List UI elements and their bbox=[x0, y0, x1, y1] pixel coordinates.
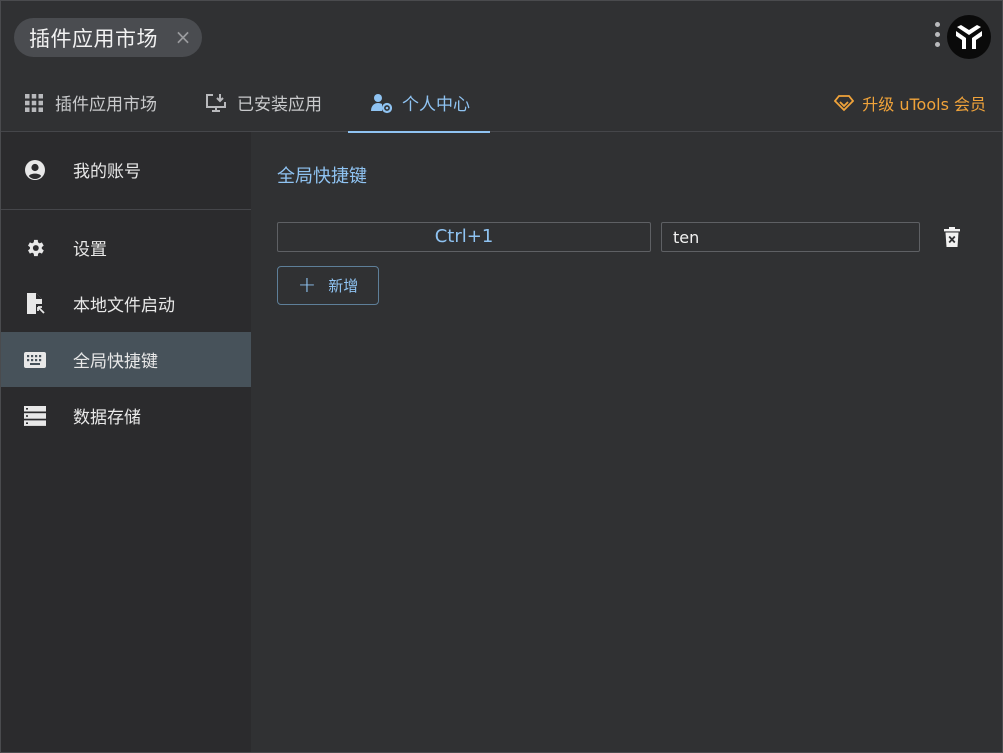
add-button-label: 新增 bbox=[328, 277, 359, 295]
sidebar-item-label: 数据存储 bbox=[73, 408, 141, 428]
top-bar: 插件应用市场 × bbox=[1, 1, 1002, 73]
sidebar-item-label: 设置 bbox=[73, 240, 107, 260]
utools-logo-icon[interactable] bbox=[947, 15, 991, 59]
sidebar-item-label: 本地文件启动 bbox=[73, 296, 175, 316]
sidebar-item-settings[interactable]: 设置 bbox=[1, 220, 251, 275]
main-panel: 全局快捷键 Ctrl+1 + 新增 bbox=[251, 132, 1002, 752]
keyword-input[interactable] bbox=[661, 222, 920, 252]
sidebar-item-label: 我的账号 bbox=[73, 162, 141, 182]
sidebar-item-my-account[interactable]: 我的账号 bbox=[1, 142, 251, 197]
installed-monitor-icon bbox=[205, 92, 227, 114]
account-circle-icon bbox=[23, 158, 47, 182]
sidebar-divider bbox=[1, 209, 251, 210]
main-tabs: 插件应用市场 已安装应用 个人中心 升级 uTools 会员 bbox=[1, 73, 1002, 133]
diamond-icon bbox=[834, 94, 855, 112]
keyboard-icon bbox=[23, 348, 47, 372]
tab-personal-center[interactable]: 个人中心 bbox=[348, 73, 490, 133]
sidebar-item-local-file-launch[interactable]: 本地文件启动 bbox=[1, 276, 251, 331]
page-title: 全局快捷键 bbox=[277, 166, 367, 187]
tab-label: 个人中心 bbox=[402, 95, 470, 115]
grid-icon bbox=[23, 92, 45, 114]
more-menu-icon[interactable] bbox=[933, 22, 941, 52]
tab-installed-apps[interactable]: 已安装应用 bbox=[205, 73, 322, 132]
sidebar: 我的账号 设置 本地文件启动 全局快捷键 数据存储 bbox=[1, 132, 251, 752]
tab-label: 已安装应用 bbox=[237, 95, 322, 115]
file-launch-icon bbox=[23, 292, 47, 316]
gear-icon bbox=[23, 236, 47, 260]
app-chip-label: 插件应用市场 bbox=[29, 26, 158, 51]
plus-icon: + bbox=[297, 272, 317, 298]
storage-icon bbox=[23, 404, 47, 428]
upgrade-link[interactable]: 升级 uTools 会员 bbox=[834, 73, 986, 132]
app-chip[interactable]: 插件应用市场 × bbox=[14, 18, 202, 57]
sidebar-item-data-storage[interactable]: 数据存储 bbox=[1, 388, 251, 443]
tab-label: 插件应用市场 bbox=[55, 95, 157, 115]
tab-plugin-market[interactable]: 插件应用市场 bbox=[23, 73, 157, 132]
add-hotkey-button[interactable]: + 新增 bbox=[277, 266, 379, 305]
hotkey-capture-field[interactable]: Ctrl+1 bbox=[277, 222, 651, 252]
upgrade-label: 升级 uTools 会员 bbox=[862, 94, 986, 114]
user-gear-icon bbox=[370, 92, 392, 114]
delete-icon[interactable] bbox=[941, 225, 963, 249]
sidebar-item-label: 全局快捷键 bbox=[73, 352, 158, 372]
close-icon[interactable]: × bbox=[174, 27, 192, 47]
sidebar-item-global-hotkeys[interactable]: 全局快捷键 bbox=[1, 332, 251, 387]
